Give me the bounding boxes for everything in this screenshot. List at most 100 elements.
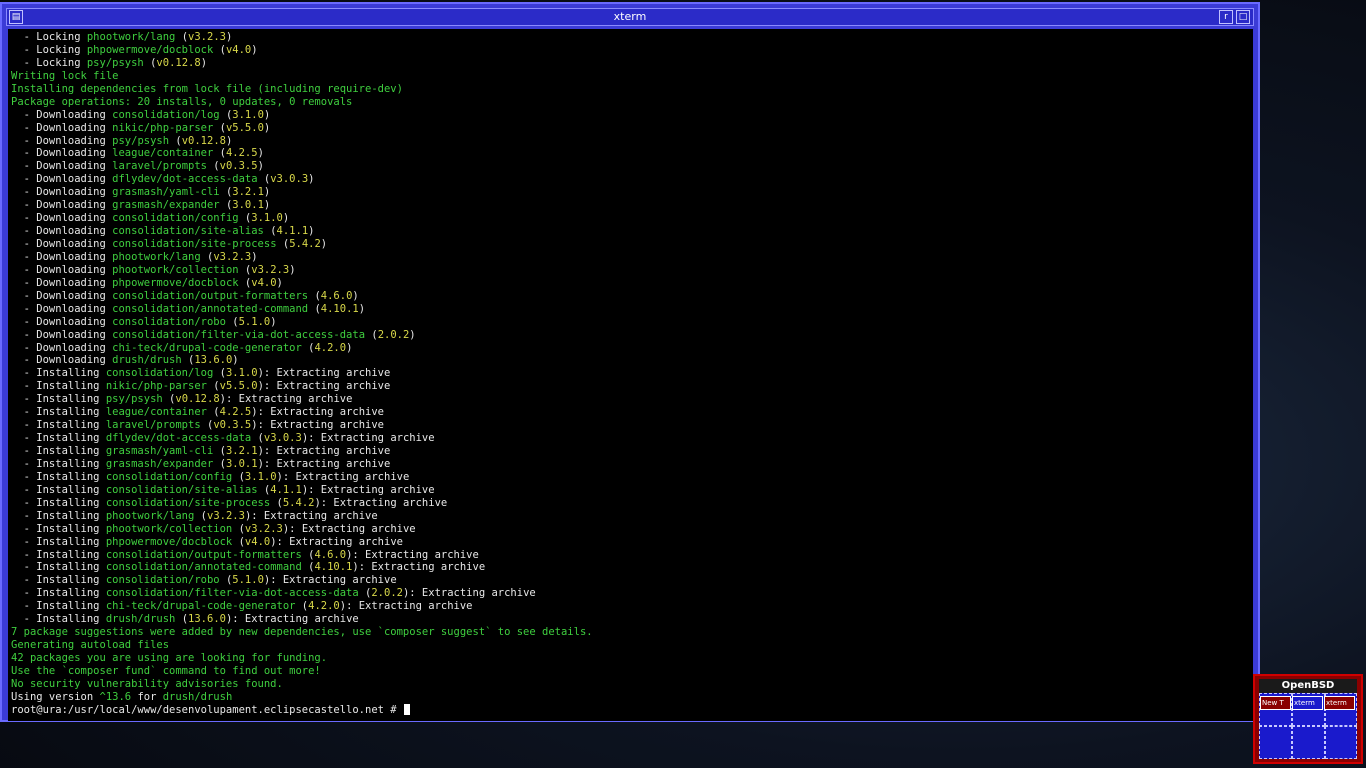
- terminal-text: ): Extracting archive: [282, 522, 416, 535]
- terminal-text: 13.6.0: [194, 354, 233, 367]
- workspace-pager[interactable]: OpenBSD New Txterm xterm: [1253, 674, 1363, 764]
- terminal-line: Writing lock file: [11, 70, 1250, 83]
- terminal-line: - Downloading consolidation/log (3.1.0): [11, 109, 1250, 122]
- terminal-line: - Downloading consolidation/site-alias (…: [11, 225, 1250, 238]
- terminal-text: 5.1.0: [238, 315, 271, 328]
- terminal-text: consolidation/log: [112, 108, 220, 121]
- terminal-text: 7 package suggestions were added by new …: [11, 626, 593, 639]
- terminal-line: - Locking psy/psysh (v0.12.8): [11, 57, 1250, 70]
- terminal-text: ): Extracting archive: [270, 535, 403, 548]
- prompt-line[interactable]: root@ura:/usr/local/www/desenvolupament.…: [11, 703, 1250, 717]
- terminal-text: ): Extracting archive: [346, 548, 479, 561]
- terminal-text: (: [143, 56, 157, 69]
- terminal-text: - Installing: [11, 470, 106, 483]
- terminal-text: ): Extracting archive: [257, 380, 391, 393]
- terminal-text: - Installing: [11, 483, 106, 496]
- terminal-line: - Downloading grasmash/yaml-cli (3.2.1): [11, 186, 1250, 199]
- terminal-text: phpowermove/docblock: [105, 535, 233, 548]
- terminal-text: v5.5.0: [219, 380, 258, 393]
- terminal-text: Using version: [11, 690, 100, 703]
- terminal-text: consolidation/site-process: [112, 238, 277, 250]
- terminal-text: ): Extracting archive: [276, 470, 410, 483]
- terminal-text: - Downloading: [11, 160, 113, 173]
- terminal-text: 3.1.0: [244, 470, 277, 483]
- terminal-text: ): [276, 276, 283, 289]
- terminal-text: (: [358, 587, 372, 600]
- terminal-text: Use the `composer fund` command to find …: [11, 664, 321, 677]
- terminal-line: - Installing phootwork/lang (v3.2.3): Ex…: [11, 510, 1250, 523]
- terminal-text: (: [213, 457, 226, 470]
- terminal-area[interactable]: - Locking phootwork/lang (v3.2.3) - Lock…: [8, 29, 1253, 721]
- terminal-line: - Installing consolidation/log (3.1.0): …: [11, 367, 1250, 380]
- terminal-text: (: [219, 108, 233, 121]
- terminal-text: grasmash/yaml-cli: [112, 186, 220, 199]
- terminal-line: - Installing phootwork/collection (v3.2.…: [11, 523, 1250, 536]
- terminal-text: ): Extracting archive: [263, 574, 397, 587]
- terminal-text: v3.0.3: [270, 173, 309, 186]
- terminal-text: consolidation/filter-via-dot-access-data: [112, 328, 366, 341]
- terminal-text: ): Extracting archive: [257, 457, 391, 470]
- terminal-text: Installing dependencies from lock file (…: [11, 82, 403, 95]
- terminal-text: (: [270, 496, 283, 509]
- terminal-text: (: [365, 328, 378, 341]
- terminal-line: - Installing grasmash/yaml-cli (3.2.1): …: [11, 445, 1250, 458]
- terminal-text: (: [238, 276, 252, 289]
- pager-cell[interactable]: [1292, 726, 1325, 759]
- terminal-text: (: [301, 341, 315, 354]
- terminal-text: nikic/php-parser: [105, 380, 207, 393]
- terminal-text: ): [263, 121, 271, 134]
- terminal-line: - Installing grasmash/expander (3.0.1): …: [11, 458, 1250, 471]
- terminal-text: (: [206, 406, 220, 419]
- terminal-text: ): [257, 147, 264, 160]
- restore-button[interactable]: r: [1219, 10, 1233, 24]
- terminal-text: ): Extracting archive: [257, 367, 391, 380]
- terminal-text: - Installing: [11, 587, 106, 600]
- terminal-text: consolidation/filter-via-dot-access-data: [105, 587, 359, 600]
- terminal-text: 2.0.2: [371, 587, 403, 600]
- terminal-line: - Installing consolidation/filter-via-do…: [11, 587, 1250, 600]
- terminal-text: - Downloading: [11, 108, 113, 121]
- pager-window-thumb[interactable]: xterm: [1292, 696, 1323, 710]
- window-titlebar[interactable]: ▤ xterm r □: [6, 8, 1254, 26]
- terminal-text: (: [257, 483, 271, 496]
- terminal-text: 4.10.1: [320, 302, 359, 315]
- terminal-line: Installing dependencies from lock file (…: [11, 83, 1250, 96]
- terminal-text: - Installing: [11, 574, 106, 587]
- pager-desktop[interactable]: New Txterm xterm: [1259, 693, 1357, 759]
- terminal-text: 5.1.0: [232, 574, 264, 587]
- pager-window-thumb[interactable]: New T: [1260, 696, 1291, 710]
- pager-cell[interactable]: [1325, 726, 1357, 759]
- terminal-text: (: [200, 250, 214, 263]
- maximize-button[interactable]: □: [1236, 10, 1250, 24]
- terminal-text: (: [169, 134, 182, 147]
- terminal-text: ): [320, 238, 328, 250]
- terminal-text: - Downloading: [11, 289, 113, 302]
- window-title: xterm: [613, 10, 647, 23]
- terminal-text: ): [308, 225, 315, 238]
- terminal-line: Use the `composer fund` command to find …: [11, 665, 1250, 678]
- terminal-text: (: [162, 393, 176, 406]
- terminal-text: (: [308, 302, 321, 315]
- terminal-line: - Downloading consolidation/config (3.1.…: [11, 212, 1250, 225]
- terminal-text: v4.0: [225, 43, 252, 56]
- terminal-text: ): Extracting archive: [314, 496, 448, 509]
- xterm-window[interactable]: ▤ xterm r □ - Locking phootwork/lang (v3…: [0, 2, 1260, 722]
- terminal-line: - Downloading grasmash/expander (3.0.1): [11, 199, 1250, 212]
- terminal-text: - Downloading: [11, 238, 113, 250]
- terminal-text: ): [200, 56, 208, 69]
- shell-prompt: root@ura:/usr/local/www/desenvolupament.…: [11, 703, 403, 716]
- terminal-text: v0.12.8: [156, 56, 201, 69]
- pager-window-thumb[interactable]: xterm: [1324, 696, 1355, 710]
- terminal-text: ): Extracting archive: [301, 432, 435, 445]
- terminal-text: ): [282, 212, 290, 225]
- terminal-line: - Installing consolidation/annotated-com…: [11, 561, 1250, 574]
- terminal-line: - Downloading psy/psysh (v0.12.8): [11, 135, 1250, 148]
- terminal-text: grasmash/expander: [112, 199, 220, 212]
- terminal-text: 3.2.1: [225, 445, 258, 457]
- terminal-text: consolidation/config: [112, 212, 239, 225]
- terminal-text: 4.6.0: [320, 289, 353, 302]
- terminal-text: - Locking: [11, 31, 87, 43]
- pager-cell[interactable]: [1259, 726, 1292, 759]
- terminal-text: (: [219, 199, 233, 212]
- terminal-text: ): Extracting archive: [219, 393, 353, 406]
